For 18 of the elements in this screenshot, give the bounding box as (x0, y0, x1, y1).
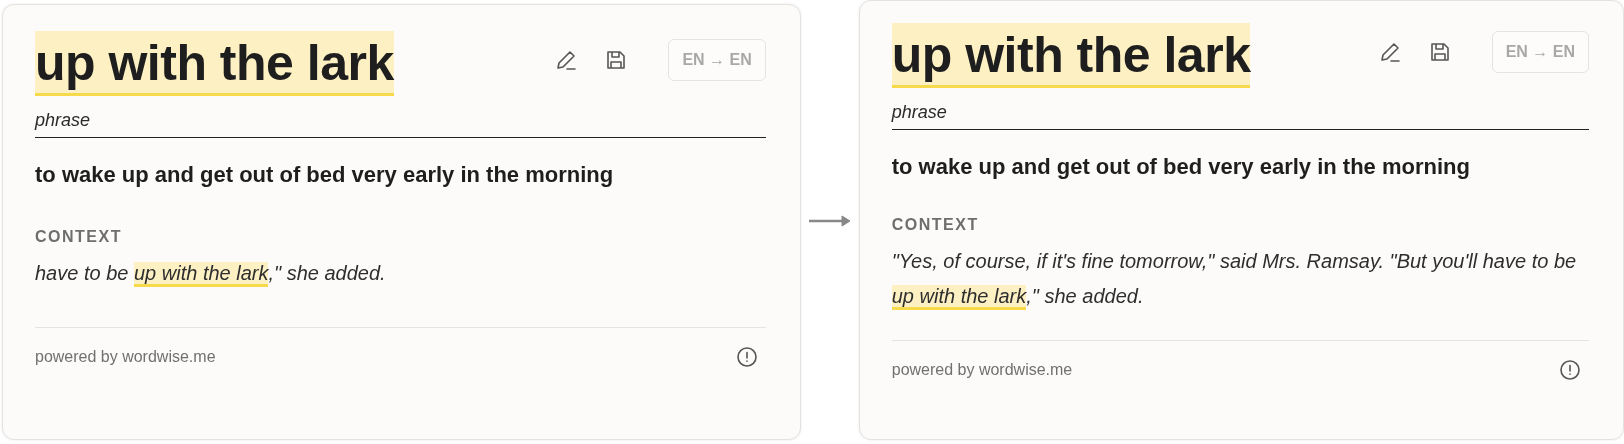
language-button[interactable]: EN → EN (1491, 31, 1589, 73)
powered-by-text: powered by wordwise.me (891, 361, 1073, 379)
headword: up with the lark (891, 23, 1251, 88)
context-quote: "Yes, of course, if it's fine tomorrow," said Mrs. Ramsay. "But you'll have to be up with the lark," she added. (891, 244, 1589, 314)
definition: to wake up and get out of bed very early in the morning (891, 154, 1471, 180)
definition: to wake up and get out of bed very early in the morning (35, 162, 615, 188)
context-quote: have to be up with the lark," she added. (35, 256, 766, 291)
part-of-speech: phrase (35, 110, 766, 138)
language-button[interactable]: EN → EN (668, 39, 766, 81)
info-icon[interactable] (1559, 359, 1581, 381)
powered-by-text: powered by wordwise.me (35, 348, 216, 366)
pencil-icon[interactable] (554, 48, 579, 72)
context-label: CONTEXT (891, 216, 980, 234)
headword: up with the lark (35, 31, 394, 96)
arrow-icon (808, 215, 851, 227)
info-icon[interactable] (735, 346, 758, 368)
context-label: CONTEXT (35, 228, 123, 246)
part-of-speech: phrase (891, 102, 1589, 130)
